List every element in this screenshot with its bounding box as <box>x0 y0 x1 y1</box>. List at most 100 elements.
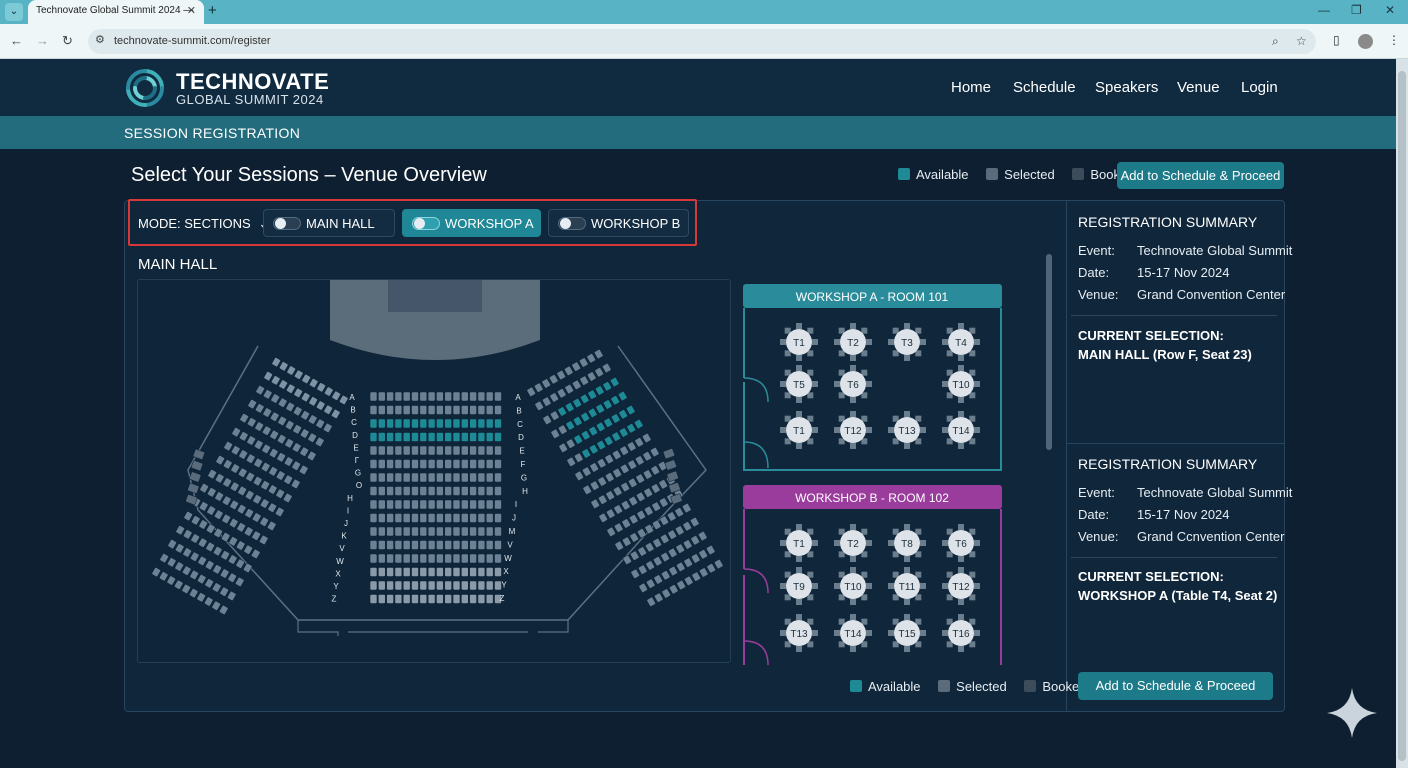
seat[interactable] <box>650 465 660 476</box>
seat[interactable] <box>667 511 677 522</box>
seat[interactable] <box>636 510 646 521</box>
seat[interactable] <box>436 418 444 429</box>
omnibox[interactable]: ⚙ technovate-summit.com/register ⌕ ☆ <box>88 29 1316 54</box>
seat[interactable] <box>452 405 461 415</box>
table[interactable]: T8 <box>888 524 926 562</box>
seat[interactable] <box>620 463 630 474</box>
seat[interactable] <box>191 460 204 472</box>
seat[interactable] <box>650 447 660 458</box>
seat[interactable] <box>661 588 671 599</box>
seat[interactable] <box>494 526 502 537</box>
seat[interactable] <box>477 472 486 483</box>
seat[interactable] <box>634 437 644 448</box>
seat[interactable] <box>386 567 394 577</box>
seat[interactable] <box>378 405 386 415</box>
seat[interactable] <box>444 418 453 429</box>
seat[interactable] <box>394 594 403 604</box>
seat[interactable] <box>251 548 261 559</box>
bookmark-star-icon[interactable]: ☆ <box>1296 34 1307 48</box>
seat[interactable] <box>444 472 453 483</box>
seat[interactable] <box>283 492 293 503</box>
seat[interactable] <box>411 418 419 429</box>
seat[interactable] <box>419 445 428 456</box>
seat[interactable] <box>444 580 453 591</box>
seat[interactable] <box>369 405 378 415</box>
seat[interactable] <box>588 407 598 418</box>
zoom-icon[interactable]: ⌕ <box>1272 34 1279 49</box>
seat[interactable] <box>542 396 552 407</box>
seat[interactable] <box>236 522 246 533</box>
seat[interactable] <box>494 540 502 550</box>
seat[interactable] <box>300 428 310 439</box>
seat[interactable] <box>271 375 281 386</box>
seat[interactable] <box>582 484 592 495</box>
seat[interactable] <box>222 477 232 488</box>
seat[interactable] <box>452 540 461 550</box>
seat[interactable] <box>549 392 559 403</box>
seat[interactable] <box>308 396 318 407</box>
seat[interactable] <box>190 551 200 562</box>
seat[interactable] <box>189 569 199 580</box>
table[interactable]: T5 <box>780 365 818 403</box>
seat[interactable] <box>269 429 279 440</box>
seat[interactable] <box>276 470 286 481</box>
seat[interactable] <box>386 513 394 523</box>
seat[interactable] <box>230 463 240 474</box>
seat[interactable] <box>411 432 419 442</box>
table[interactable]: T12 <box>942 567 980 605</box>
seat[interactable] <box>293 406 303 417</box>
seat[interactable] <box>587 371 597 382</box>
seat[interactable] <box>587 389 597 400</box>
seat[interactable] <box>436 445 444 456</box>
seat[interactable] <box>549 374 559 385</box>
seat[interactable] <box>245 490 255 501</box>
seat[interactable] <box>558 424 568 435</box>
seat[interactable] <box>411 567 419 577</box>
seat[interactable] <box>572 398 582 409</box>
seat[interactable] <box>378 553 386 564</box>
seat[interactable] <box>276 452 286 463</box>
seat[interactable] <box>181 583 191 594</box>
seat[interactable] <box>411 445 419 456</box>
seat[interactable] <box>411 405 419 415</box>
seat[interactable] <box>469 513 477 523</box>
seat[interactable] <box>402 432 411 442</box>
table[interactable]: T15 <box>888 614 926 652</box>
seat[interactable] <box>301 392 311 403</box>
seat[interactable] <box>469 405 477 415</box>
seat[interactable] <box>494 445 502 456</box>
seat[interactable] <box>594 367 604 378</box>
add-to-schedule-button-top[interactable]: Add to Schedule & Proceed <box>1117 162 1284 189</box>
seat[interactable] <box>222 495 232 506</box>
seat[interactable] <box>469 486 477 496</box>
seat[interactable] <box>394 513 403 523</box>
seat[interactable] <box>699 567 709 578</box>
seat[interactable] <box>279 361 289 372</box>
seat[interactable] <box>411 513 419 523</box>
seat[interactable] <box>285 401 295 412</box>
table[interactable]: T2 <box>834 524 872 562</box>
seat[interactable] <box>477 580 486 591</box>
seat[interactable] <box>411 540 419 550</box>
seat[interactable] <box>494 418 502 429</box>
seat[interactable] <box>557 388 567 399</box>
seat[interactable] <box>268 466 278 477</box>
seat[interactable] <box>581 448 591 459</box>
seat[interactable] <box>386 526 394 537</box>
seat[interactable] <box>394 580 403 591</box>
seat[interactable] <box>427 567 436 577</box>
seat[interactable] <box>205 541 215 552</box>
seat[interactable] <box>477 445 486 456</box>
seat[interactable] <box>444 499 453 510</box>
seat[interactable] <box>603 417 613 428</box>
seat[interactable] <box>444 486 453 496</box>
seat[interactable] <box>411 459 419 469</box>
seat[interactable] <box>190 533 200 544</box>
table[interactable]: T13 <box>888 411 926 449</box>
seat[interactable] <box>452 526 461 537</box>
table[interactable]: T14 <box>834 614 872 652</box>
seat[interactable] <box>659 497 669 508</box>
seat[interactable] <box>369 594 378 604</box>
seat[interactable] <box>452 594 461 604</box>
seat[interactable] <box>477 405 486 415</box>
